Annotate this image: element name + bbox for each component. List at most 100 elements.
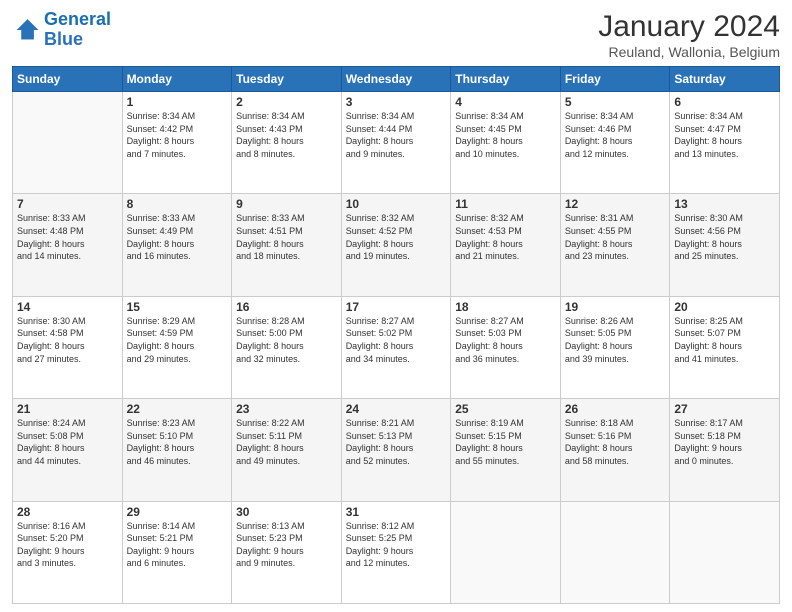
day-number: 30: [236, 505, 337, 519]
table-row: 28Sunrise: 8:16 AM Sunset: 5:20 PM Dayli…: [13, 501, 123, 603]
day-number: 31: [346, 505, 447, 519]
table-row: 29Sunrise: 8:14 AM Sunset: 5:21 PM Dayli…: [122, 501, 232, 603]
day-info: Sunrise: 8:34 AM Sunset: 4:43 PM Dayligh…: [236, 110, 337, 160]
day-number: 9: [236, 197, 337, 211]
table-row: 17Sunrise: 8:27 AM Sunset: 5:02 PM Dayli…: [341, 296, 451, 398]
table-row: 18Sunrise: 8:27 AM Sunset: 5:03 PM Dayli…: [451, 296, 561, 398]
day-info: Sunrise: 8:34 AM Sunset: 4:42 PM Dayligh…: [127, 110, 228, 160]
header: General Blue January 2024 Reuland, Wallo…: [12, 10, 780, 60]
month-title: January 2024: [598, 10, 780, 44]
day-number: 3: [346, 95, 447, 109]
table-row: [13, 92, 123, 194]
day-number: 4: [455, 95, 556, 109]
logo: General Blue: [12, 10, 111, 50]
day-info: Sunrise: 8:18 AM Sunset: 5:16 PM Dayligh…: [565, 417, 666, 467]
header-thursday: Thursday: [451, 67, 561, 92]
table-row: 19Sunrise: 8:26 AM Sunset: 5:05 PM Dayli…: [560, 296, 670, 398]
table-row: 14Sunrise: 8:30 AM Sunset: 4:58 PM Dayli…: [13, 296, 123, 398]
day-number: 26: [565, 402, 666, 416]
day-info: Sunrise: 8:33 AM Sunset: 4:51 PM Dayligh…: [236, 212, 337, 262]
day-info: Sunrise: 8:34 AM Sunset: 4:47 PM Dayligh…: [674, 110, 775, 160]
day-info: Sunrise: 8:28 AM Sunset: 5:00 PM Dayligh…: [236, 315, 337, 365]
day-number: 13: [674, 197, 775, 211]
day-info: Sunrise: 8:27 AM Sunset: 5:02 PM Dayligh…: [346, 315, 447, 365]
day-number: 29: [127, 505, 228, 519]
day-number: 16: [236, 300, 337, 314]
day-info: Sunrise: 8:19 AM Sunset: 5:15 PM Dayligh…: [455, 417, 556, 467]
day-info: Sunrise: 8:14 AM Sunset: 5:21 PM Dayligh…: [127, 520, 228, 570]
day-info: Sunrise: 8:13 AM Sunset: 5:23 PM Dayligh…: [236, 520, 337, 570]
calendar-week-row: 7Sunrise: 8:33 AM Sunset: 4:48 PM Daylig…: [13, 194, 780, 296]
table-row: 5Sunrise: 8:34 AM Sunset: 4:46 PM Daylig…: [560, 92, 670, 194]
day-number: 2: [236, 95, 337, 109]
day-number: 5: [565, 95, 666, 109]
table-row: 15Sunrise: 8:29 AM Sunset: 4:59 PM Dayli…: [122, 296, 232, 398]
logo-line2: Blue: [44, 29, 83, 49]
table-row: 3Sunrise: 8:34 AM Sunset: 4:44 PM Daylig…: [341, 92, 451, 194]
table-row: 8Sunrise: 8:33 AM Sunset: 4:49 PM Daylig…: [122, 194, 232, 296]
day-info: Sunrise: 8:25 AM Sunset: 5:07 PM Dayligh…: [674, 315, 775, 365]
table-row: 27Sunrise: 8:17 AM Sunset: 5:18 PM Dayli…: [670, 399, 780, 501]
day-info: Sunrise: 8:22 AM Sunset: 5:11 PM Dayligh…: [236, 417, 337, 467]
header-tuesday: Tuesday: [232, 67, 342, 92]
day-number: 21: [17, 402, 118, 416]
day-number: 7: [17, 197, 118, 211]
day-number: 19: [565, 300, 666, 314]
calendar-header-row: Sunday Monday Tuesday Wednesday Thursday…: [13, 67, 780, 92]
day-info: Sunrise: 8:26 AM Sunset: 5:05 PM Dayligh…: [565, 315, 666, 365]
table-row: 16Sunrise: 8:28 AM Sunset: 5:00 PM Dayli…: [232, 296, 342, 398]
day-info: Sunrise: 8:30 AM Sunset: 4:58 PM Dayligh…: [17, 315, 118, 365]
day-number: 17: [346, 300, 447, 314]
table-row: [670, 501, 780, 603]
calendar-week-row: 14Sunrise: 8:30 AM Sunset: 4:58 PM Dayli…: [13, 296, 780, 398]
table-row: 6Sunrise: 8:34 AM Sunset: 4:47 PM Daylig…: [670, 92, 780, 194]
calendar-week-row: 1Sunrise: 8:34 AM Sunset: 4:42 PM Daylig…: [13, 92, 780, 194]
day-number: 20: [674, 300, 775, 314]
day-number: 14: [17, 300, 118, 314]
day-number: 23: [236, 402, 337, 416]
day-number: 10: [346, 197, 447, 211]
logo-line1: General: [44, 9, 111, 29]
day-info: Sunrise: 8:17 AM Sunset: 5:18 PM Dayligh…: [674, 417, 775, 467]
day-info: Sunrise: 8:34 AM Sunset: 4:44 PM Dayligh…: [346, 110, 447, 160]
day-number: 18: [455, 300, 556, 314]
day-number: 25: [455, 402, 556, 416]
table-row: 13Sunrise: 8:30 AM Sunset: 4:56 PM Dayli…: [670, 194, 780, 296]
table-row: 20Sunrise: 8:25 AM Sunset: 5:07 PM Dayli…: [670, 296, 780, 398]
day-number: 28: [17, 505, 118, 519]
table-row: 4Sunrise: 8:34 AM Sunset: 4:45 PM Daylig…: [451, 92, 561, 194]
location-subtitle: Reuland, Wallonia, Belgium: [598, 44, 780, 60]
day-info: Sunrise: 8:29 AM Sunset: 4:59 PM Dayligh…: [127, 315, 228, 365]
table-row: 30Sunrise: 8:13 AM Sunset: 5:23 PM Dayli…: [232, 501, 342, 603]
day-info: Sunrise: 8:23 AM Sunset: 5:10 PM Dayligh…: [127, 417, 228, 467]
table-row: 10Sunrise: 8:32 AM Sunset: 4:52 PM Dayli…: [341, 194, 451, 296]
header-saturday: Saturday: [670, 67, 780, 92]
table-row: 12Sunrise: 8:31 AM Sunset: 4:55 PM Dayli…: [560, 194, 670, 296]
day-info: Sunrise: 8:24 AM Sunset: 5:08 PM Dayligh…: [17, 417, 118, 467]
day-number: 24: [346, 402, 447, 416]
logo-icon: [12, 16, 40, 44]
table-row: [451, 501, 561, 603]
day-info: Sunrise: 8:31 AM Sunset: 4:55 PM Dayligh…: [565, 212, 666, 262]
day-info: Sunrise: 8:34 AM Sunset: 4:46 PM Dayligh…: [565, 110, 666, 160]
calendar-week-row: 28Sunrise: 8:16 AM Sunset: 5:20 PM Dayli…: [13, 501, 780, 603]
header-wednesday: Wednesday: [341, 67, 451, 92]
table-row: 24Sunrise: 8:21 AM Sunset: 5:13 PM Dayli…: [341, 399, 451, 501]
day-number: 22: [127, 402, 228, 416]
day-info: Sunrise: 8:34 AM Sunset: 4:45 PM Dayligh…: [455, 110, 556, 160]
table-row: 23Sunrise: 8:22 AM Sunset: 5:11 PM Dayli…: [232, 399, 342, 501]
page: General Blue January 2024 Reuland, Wallo…: [0, 0, 792, 612]
day-info: Sunrise: 8:32 AM Sunset: 4:52 PM Dayligh…: [346, 212, 447, 262]
day-number: 27: [674, 402, 775, 416]
table-row: 22Sunrise: 8:23 AM Sunset: 5:10 PM Dayli…: [122, 399, 232, 501]
day-number: 11: [455, 197, 556, 211]
day-info: Sunrise: 8:32 AM Sunset: 4:53 PM Dayligh…: [455, 212, 556, 262]
header-friday: Friday: [560, 67, 670, 92]
day-number: 6: [674, 95, 775, 109]
day-info: Sunrise: 8:16 AM Sunset: 5:20 PM Dayligh…: [17, 520, 118, 570]
header-sunday: Sunday: [13, 67, 123, 92]
day-info: Sunrise: 8:27 AM Sunset: 5:03 PM Dayligh…: [455, 315, 556, 365]
day-number: 8: [127, 197, 228, 211]
day-info: Sunrise: 8:30 AM Sunset: 4:56 PM Dayligh…: [674, 212, 775, 262]
table-row: 7Sunrise: 8:33 AM Sunset: 4:48 PM Daylig…: [13, 194, 123, 296]
